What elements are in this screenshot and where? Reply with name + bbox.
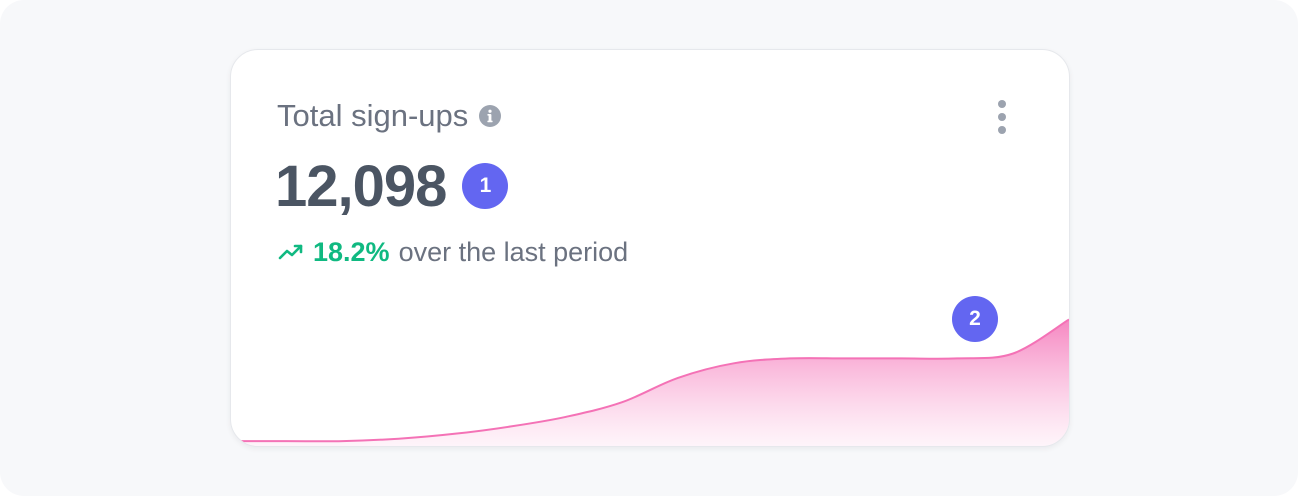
trend-percentage: 18.2% bbox=[313, 236, 390, 267]
metric-value: 12,098 bbox=[275, 153, 447, 219]
metric-row: 12,098 1 bbox=[275, 153, 509, 219]
sparkline-area bbox=[231, 319, 1069, 446]
info-icon[interactable] bbox=[478, 104, 502, 128]
card-title: Total sign-ups bbox=[277, 98, 469, 133]
more-vertical-icon bbox=[998, 113, 1006, 121]
step-marker-1: 1 bbox=[462, 163, 509, 209]
signups-card: Total sign-ups 12,098 1 18.2% over the l… bbox=[230, 49, 1070, 447]
step-marker-2: 2 bbox=[952, 296, 998, 342]
trend-row: 18.2% over the last period bbox=[277, 234, 628, 270]
page-background: Total sign-ups 12,098 1 18.2% over the l… bbox=[0, 0, 1298, 496]
sparkline-chart bbox=[231, 318, 1069, 446]
card-header: Total sign-ups bbox=[277, 98, 502, 134]
more-vertical-icon bbox=[998, 126, 1006, 134]
trending-up-icon bbox=[277, 238, 305, 266]
more-vertical-icon bbox=[998, 100, 1006, 108]
more-options-button[interactable] bbox=[986, 92, 1018, 142]
trend-description: over the last period bbox=[398, 236, 629, 267]
